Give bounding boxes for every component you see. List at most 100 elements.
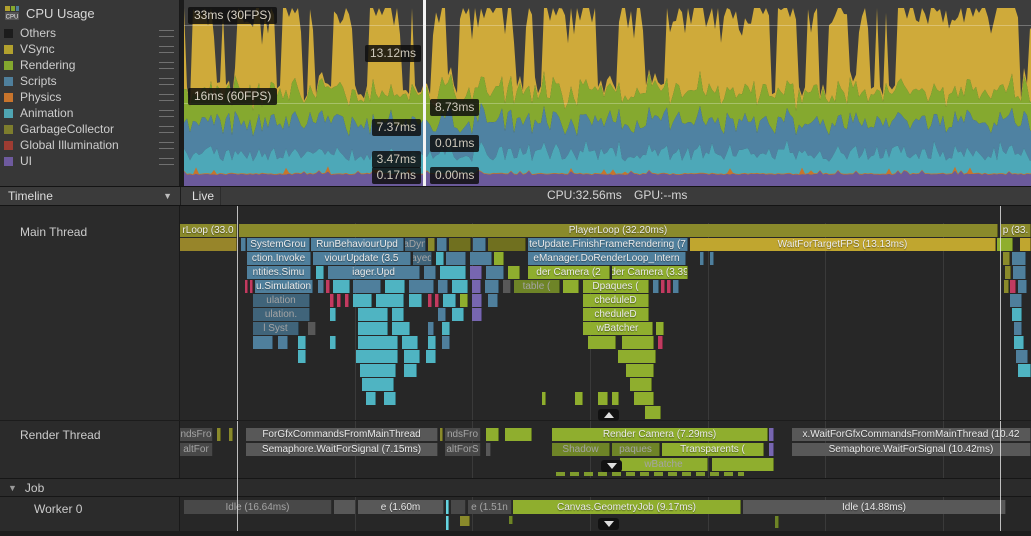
flame-block[interactable] (426, 350, 436, 363)
collapse-triangle-icon[interactable]: ▼ (8, 483, 17, 493)
flame-block[interactable] (645, 406, 661, 419)
flame-block-cheduled[interactable]: cheduleD (583, 308, 649, 321)
thread-label-render[interactable]: Render Thread (20, 428, 101, 442)
flame-block[interactable] (1014, 322, 1022, 335)
flame-block[interactable] (353, 280, 381, 293)
drag-handle-icon[interactable] (159, 157, 174, 165)
flame-block[interactable] (470, 266, 482, 279)
flame-block-paques[interactable]: paques (612, 443, 660, 456)
flame-block[interactable] (334, 500, 356, 514)
flame-block[interactable] (452, 308, 464, 321)
flame-block[interactable] (673, 280, 679, 293)
flame-block[interactable] (217, 428, 221, 441)
flame-block-render-camera-7-29ms[interactable]: Render Camera (7.29ms) (552, 428, 768, 441)
drag-handle-icon[interactable] (159, 45, 174, 53)
flame-block[interactable] (356, 350, 398, 363)
flame-block[interactable] (438, 280, 448, 293)
legend-item-rendering[interactable]: Rendering (0, 57, 179, 73)
flame-block[interactable] (392, 322, 410, 335)
flame-block-ndsfro[interactable]: ndsFro (180, 428, 213, 441)
flame-block[interactable] (1010, 294, 1022, 307)
flame-block[interactable] (250, 280, 253, 293)
flame-block-emanager-dorenderloop-intern[interactable]: eManager.DoRenderLoop_Intern (528, 252, 686, 265)
flame-block-wbatche[interactable]: wBatche (620, 458, 708, 471)
flame-block[interactable] (1010, 280, 1016, 293)
flame-block[interactable] (366, 392, 376, 405)
flame-block[interactable] (1003, 252, 1010, 265)
flame-block[interactable] (376, 294, 404, 307)
flame-block[interactable] (229, 428, 233, 441)
cpu-usage-chart[interactable] (180, 0, 1031, 186)
flame-block[interactable] (1012, 308, 1022, 321)
flame-block[interactable] (409, 294, 422, 307)
flame-block[interactable] (330, 308, 336, 321)
flame-block[interactable] (622, 336, 654, 349)
flame-block[interactable] (440, 266, 466, 279)
flame-block[interactable] (712, 458, 774, 471)
flame-block-shadow[interactable]: Shadow (552, 443, 610, 456)
flame-block[interactable] (358, 322, 388, 335)
flame-block[interactable] (436, 252, 444, 265)
flame-block-runbehaviourupd[interactable]: RunBehaviourUpd (311, 238, 404, 251)
flame-block[interactable] (769, 428, 774, 441)
flame-block[interactable] (700, 252, 704, 265)
flame-block[interactable] (485, 280, 499, 293)
flame-block[interactable] (440, 428, 443, 441)
legend-item-vsync[interactable]: VSync (0, 41, 179, 57)
flame-block[interactable] (428, 336, 436, 349)
flame-block[interactable] (486, 443, 491, 456)
flame-block[interactable] (449, 238, 471, 251)
flame-block[interactable] (626, 364, 654, 377)
flame-block[interactable] (575, 392, 583, 405)
flame-block[interactable] (598, 392, 608, 405)
flame-block[interactable] (326, 280, 330, 293)
flame-block[interactable] (667, 280, 671, 293)
flame-block[interactable] (1018, 280, 1027, 293)
flame-block[interactable] (442, 336, 450, 349)
flame-block-forgfxcommandsfrommainthread[interactable]: ForGfxCommandsFromMainThread (246, 428, 438, 441)
flame-block-ulation[interactable]: ulation. (253, 308, 310, 321)
flame-block[interactable] (488, 238, 526, 251)
flame-block-adyn[interactable]: aDyn (405, 238, 426, 251)
flame-block[interactable] (460, 294, 468, 307)
flame-block[interactable] (653, 280, 659, 293)
selected-frame-line[interactable] (423, 0, 426, 186)
flame-block[interactable] (612, 392, 619, 405)
flame-block[interactable] (556, 472, 744, 476)
flame-block[interactable] (630, 378, 652, 391)
legend-item-animation[interactable]: Animation (0, 105, 179, 121)
legend-item-physics[interactable]: Physics (0, 89, 179, 105)
flame-block[interactable] (443, 294, 456, 307)
flame-block[interactable] (318, 280, 324, 293)
flame-block[interactable] (769, 443, 774, 456)
drag-handle-icon[interactable] (159, 109, 174, 117)
flame-block-p-33[interactable]: p (33. (1001, 224, 1031, 237)
flame-block-teupdate-finishframerendering-7[interactable]: teUpdate.FinishFrameRendering (7 (528, 238, 688, 251)
drag-handle-icon[interactable] (159, 93, 174, 101)
flame-block[interactable] (1014, 336, 1024, 349)
flame-block-ndsfro[interactable]: ndsFro (445, 428, 481, 441)
flame-block[interactable] (446, 516, 449, 530)
flame-block[interactable] (330, 336, 336, 349)
thread-label-main[interactable]: Main Thread (20, 225, 87, 239)
flame-block[interactable] (385, 280, 405, 293)
drag-handle-icon[interactable] (159, 125, 174, 133)
flame-block[interactable] (618, 350, 656, 363)
flame-block[interactable] (1013, 266, 1026, 279)
drag-handle-icon[interactable] (159, 29, 174, 37)
flame-block-e-1-60m[interactable]: e (1.60m (358, 500, 444, 514)
flame-block-idle-14-88ms[interactable]: Idle (14.88ms) (743, 500, 1006, 514)
flame-block[interactable] (658, 336, 663, 349)
flame-block[interactable] (661, 280, 665, 293)
flame-block[interactable] (384, 392, 396, 405)
flame-block[interactable] (486, 266, 504, 279)
flame-block[interactable] (428, 238, 435, 251)
scroll-up-arrow[interactable] (598, 409, 619, 421)
scroll-down-arrow[interactable] (601, 460, 622, 472)
flame-block[interactable] (298, 336, 306, 349)
flame-block[interactable] (392, 308, 404, 321)
flame-block[interactable] (473, 238, 486, 251)
flame-block[interactable] (451, 500, 466, 514)
flame-block-semaphore-waitforsignal-10-42ms[interactable]: Semaphore.WaitForSignal (10.42ms) (792, 443, 1031, 456)
flame-block[interactable] (402, 336, 418, 349)
